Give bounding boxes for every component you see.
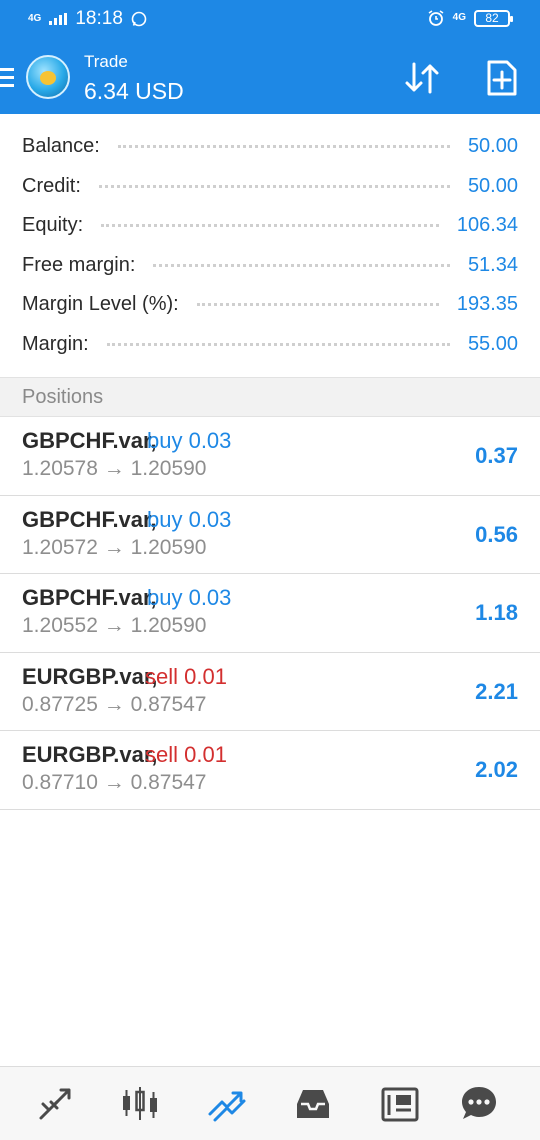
account-summary: Balance: 50.00 Credit: 50.00 Equity: 106…: [0, 114, 540, 364]
free-margin-row: Free margin: 51.34: [0, 246, 540, 286]
credit-label: Credit:: [22, 174, 81, 197]
margin-level-value: 193.35: [456, 293, 518, 316]
position-side: buy 0.03: [147, 506, 232, 532]
signal-icon: [49, 13, 68, 25]
new-order-icon[interactable]: [482, 58, 522, 98]
position-row[interactable]: GBPCHF.var, buy 0.03 1.20578 → 1.20590 0…: [0, 417, 540, 496]
position-symbol: GBPCHF.var,: [22, 506, 157, 532]
position-profit: 2.02: [475, 757, 518, 782]
dot-leader: [117, 145, 450, 149]
equity-value: 106.34: [456, 214, 518, 237]
sort-icon[interactable]: [402, 58, 442, 98]
credit-row: Credit: 50.00: [0, 167, 540, 207]
dot-leader: [98, 184, 450, 188]
position-prices: 0.87725 → 0.87547: [22, 692, 207, 716]
margin-row: Margin: 55.00: [0, 325, 540, 365]
status-bar: 4G 18:18 4G 82: [0, 0, 540, 42]
position-symbol: EURGBP.var,: [22, 663, 158, 689]
network-type-secondary: 4G: [452, 12, 466, 23]
whatsapp-icon: [131, 11, 147, 27]
position-side: sell 0.01: [145, 663, 227, 689]
dot-leader: [106, 342, 450, 346]
position-profit: 2.21: [475, 678, 518, 704]
equity-label: Equity:: [22, 214, 84, 237]
dot-leader: [101, 224, 439, 228]
bottom-navigation: [0, 1066, 540, 1140]
position-row[interactable]: EURGBP.var, sell 0.01 0.87725 → 0.87547 …: [0, 653, 540, 731]
balance-row: Balance: 50.00: [0, 127, 540, 167]
trade-icon[interactable]: [207, 1084, 247, 1124]
history-icon[interactable]: [293, 1084, 333, 1124]
quotes-icon[interactable]: [35, 1084, 75, 1124]
positions-section-header: Positions: [0, 377, 540, 417]
network-type: 4G: [28, 13, 42, 24]
position-prices: 1.20572 → 1.20590: [22, 535, 207, 559]
total-profit: 6.34 USD: [84, 78, 184, 104]
position-prices: 1.20552 → 1.20590: [22, 614, 207, 637]
free-margin-label: Free margin:: [22, 253, 136, 276]
position-profit: 0.37: [475, 443, 518, 468]
position-row[interactable]: EURGBP.var, sell 0.01 0.87710 → 0.87547 …: [0, 731, 540, 810]
positions-header-label: Positions: [22, 386, 104, 408]
free-margin-value: 51.34: [467, 253, 518, 276]
margin-level-row: Margin Level (%): 193.35: [0, 285, 540, 325]
dot-leader: [196, 303, 439, 307]
position-symbol: GBPCHF.var,: [22, 428, 157, 453]
position-prices: 0.87710 → 0.87547: [22, 771, 207, 794]
margin-level-label: Margin Level (%):: [22, 293, 179, 316]
chat-icon[interactable]: [459, 1084, 499, 1124]
page-title: Trade: [84, 52, 128, 71]
app-logo[interactable]: [26, 55, 70, 99]
alarm-icon: [428, 10, 444, 26]
balance-label: Balance:: [22, 135, 100, 158]
position-side: buy 0.03: [147, 428, 232, 453]
position-symbol: EURGBP.var,: [22, 742, 158, 767]
credit-value: 50.00: [467, 174, 518, 197]
position-side: buy 0.03: [147, 585, 232, 610]
dot-leader: [153, 263, 450, 267]
menu-icon[interactable]: [0, 68, 14, 92]
news-icon[interactable]: [380, 1084, 420, 1124]
position-prices: 1.20578 → 1.20590: [22, 457, 207, 480]
balance-value: 50.00: [467, 135, 518, 158]
position-symbol: GBPCHF.var,: [22, 585, 157, 610]
position-profit: 0.56: [475, 521, 518, 547]
position-row[interactable]: GBPCHF.var, buy 0.03 1.20572 → 1.20590 0…: [0, 496, 540, 574]
app-header: 4G 18:18 4G 82 Trade 6.34 USD: [0, 0, 540, 114]
positions-list: GBPCHF.var, buy 0.03 1.20578 → 1.20590 0…: [0, 417, 540, 810]
chart-icon[interactable]: [120, 1084, 160, 1124]
margin-value: 55.00: [467, 332, 518, 355]
clock: 18:18: [75, 8, 123, 29]
position-row[interactable]: GBPCHF.var, buy 0.03 1.20552 → 1.20590 1…: [0, 574, 540, 653]
equity-row: Equity: 106.34: [0, 206, 540, 246]
margin-label: Margin:: [22, 332, 89, 355]
position-profit: 1.18: [475, 600, 518, 625]
position-side: sell 0.01: [145, 742, 227, 767]
battery-icon: 82: [474, 9, 513, 27]
